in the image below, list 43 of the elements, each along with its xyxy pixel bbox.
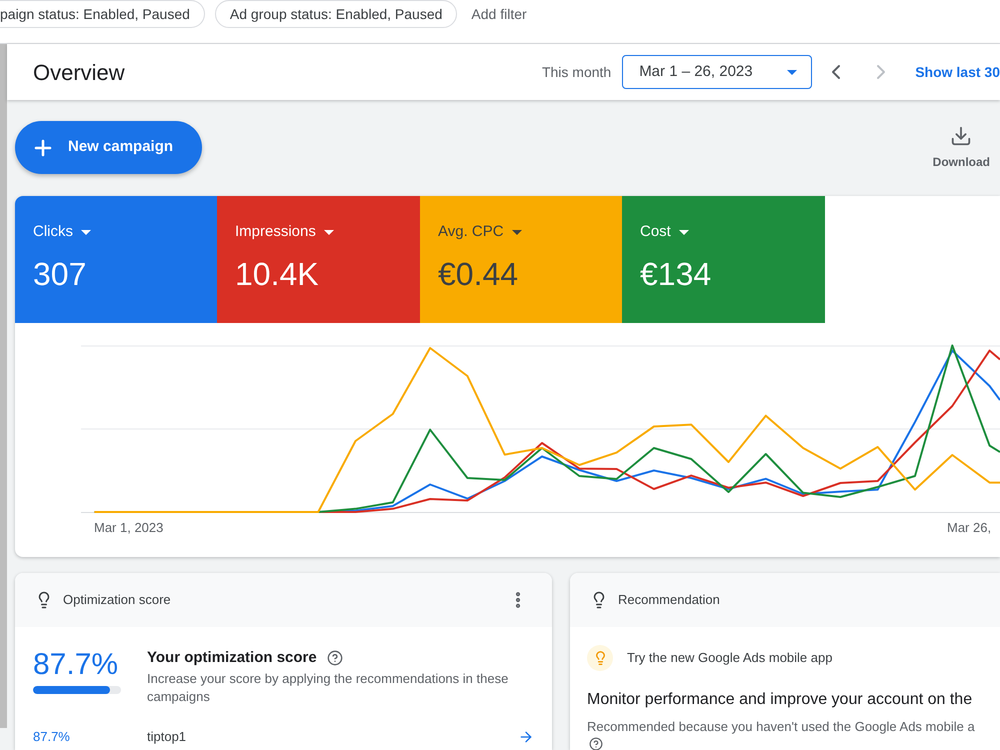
caret-down-icon: [787, 70, 798, 74]
new-campaign-button[interactable]: New campaign: [15, 121, 202, 174]
score-value: 87.7%: [33, 647, 120, 683]
axis-label: Mar 26,: [947, 519, 992, 538]
show-last-link[interactable]: Show last 30: [915, 62, 1000, 82]
card-title: Optimization score: [63, 591, 171, 610]
help-icon[interactable]: [326, 650, 343, 666]
caret-down-icon: [512, 230, 522, 234]
metric-value: 307: [33, 255, 86, 293]
metric-value: €0.44: [438, 255, 518, 293]
date-range-dropdown[interactable]: Mar 1 – 26, 2023: [622, 55, 812, 89]
campaign-score: 87.7%: [32, 728, 71, 746]
score-description: Increase your score by applying the recommendations in these campaigns: [147, 670, 510, 706]
metric-label: Avg. CPC: [438, 222, 504, 242]
arrow-right-icon[interactable]: [518, 729, 534, 745]
filter-chip[interactable]: Ad group status: Enabled, Paused: [214, 0, 458, 28]
metric-label: Clicks: [33, 222, 73, 242]
help-icon[interactable]: [589, 737, 603, 750]
axis-label: Mar 1, 2023: [94, 519, 164, 538]
page-title: Overview: [33, 58, 125, 86]
caret-down-icon: [324, 230, 334, 234]
metric-tile[interactable]: Impressions 10.4K: [217, 196, 420, 323]
metric-tile[interactable]: Cost €134: [622, 196, 825, 323]
metric-label: Cost: [640, 222, 671, 242]
download-icon: [950, 125, 972, 147]
metric-tile[interactable]: Avg. CPC €0.44: [420, 196, 622, 323]
tip-text: Try the new Google Ads mobile app: [627, 649, 832, 668]
caret-down-icon: [81, 230, 91, 234]
metric-value: 10.4K: [235, 255, 319, 293]
recommendation-reason: Recommended because you haven't used the Google Ads mobile a: [587, 718, 976, 736]
lightbulb-icon: [587, 645, 613, 671]
score-heading: Your optimization score: [147, 648, 317, 668]
recommendation-heading: Monitor performance and improve your account on the: [587, 690, 974, 710]
caret-down-icon: [678, 230, 689, 234]
metric-value: €134: [640, 255, 712, 293]
download-button[interactable]: Download: [932, 125, 990, 171]
metric-label: Impressions: [235, 222, 316, 242]
add-filter-button[interactable]: Add filter: [471, 0, 527, 28]
campaign-name: tiptop1: [147, 728, 186, 746]
metric-tile[interactable]: Clicks 307: [15, 196, 217, 323]
filter-chip[interactable]: paign status: Enabled, Paused: [0, 0, 205, 28]
range-label: This month: [542, 62, 612, 82]
card-title: Recommendation: [618, 591, 720, 610]
